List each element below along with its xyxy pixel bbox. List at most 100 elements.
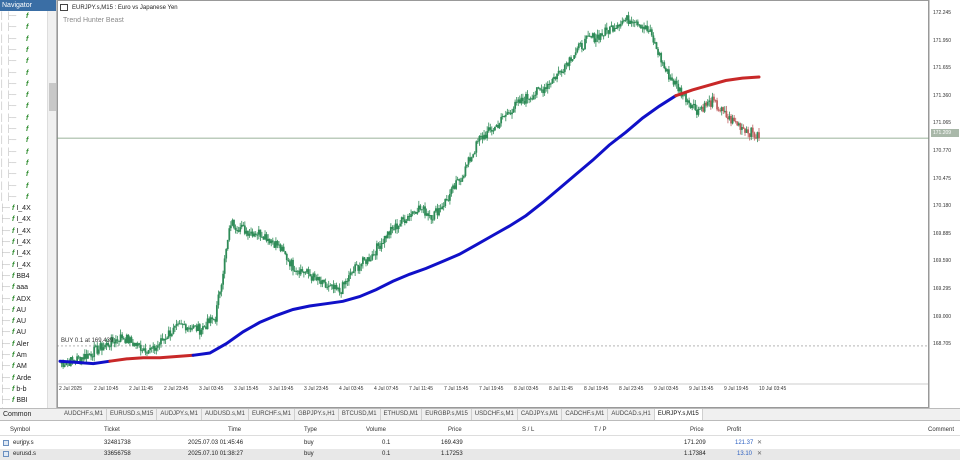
candle-body [661, 62, 664, 64]
candle-body [205, 326, 207, 330]
close-position-icon[interactable]: ✕ [757, 438, 762, 449]
navigator-item[interactable]: │ ├─ f [0, 34, 47, 45]
trade-row[interactable]: eurusd.s 33656758 2025.07.10 01:38:27 bu… [0, 449, 960, 460]
navigator-item[interactable]: ├─ f Aler [0, 339, 47, 350]
candle-body [728, 115, 731, 120]
col-sl[interactable]: S / L [522, 425, 534, 436]
navigator-item[interactable]: │ ├─ f [0, 169, 47, 180]
symbol-tab[interactable]: CADCHF.s,M1 [562, 409, 609, 420]
indicator-icon: f [26, 80, 29, 88]
symbol-tab[interactable]: GBPJPY.s,H1 [295, 409, 339, 420]
navigator-item[interactable]: │ ├─ f [0, 192, 47, 203]
col-tp[interactable]: T / P [594, 425, 607, 436]
navigator-item[interactable]: ├─ f I_4X [0, 226, 47, 237]
navigator-item[interactable]: ├─ f Arde [0, 373, 47, 384]
candle-body [307, 269, 310, 274]
navigator-item[interactable]: │ ├─ f [0, 158, 47, 169]
navigator-item[interactable]: │ ├─ f [0, 101, 47, 112]
navigator-item[interactable]: │ ├─ f [0, 11, 47, 22]
navigator-scrollbar[interactable] [47, 11, 56, 408]
navigator-item[interactable]: │ ├─ f [0, 45, 47, 56]
price-scale[interactable]: 168.705 169.000 169.295 169.590 169.885 170.1… [929, 0, 960, 408]
symbol-tab[interactable]: AUDCAD.s,H1 [608, 409, 655, 420]
candle-body [183, 324, 186, 326]
candle-body [158, 344, 161, 346]
col-volume[interactable]: Volume [366, 425, 386, 436]
candle-body [416, 211, 419, 214]
navigator-item[interactable]: ├─ f AU [0, 327, 47, 338]
navigator-item[interactable]: │ ├─ f [0, 113, 47, 124]
navigator-item[interactable]: ├─ f AU [0, 305, 47, 316]
indicator-icon: f [12, 216, 15, 224]
indicator-line-bear [674, 75, 761, 98]
navigator-item[interactable]: ├─ f BBI [0, 395, 47, 406]
navigator-item[interactable]: ├─ f I_4X [0, 260, 47, 271]
candle-body [706, 101, 709, 106]
navigator-item[interactable]: ├─ f I_4X [0, 214, 47, 225]
symbol-tab[interactable]: EURUSD.s,M15 [107, 409, 158, 420]
trade-row[interactable]: eurjpy.s 32481738 2025.07.03 01:45:46 bu… [0, 438, 960, 449]
tree-line: ├─ [0, 272, 10, 280]
navigator-item[interactable]: │ ├─ f [0, 68, 47, 79]
col-current-price[interactable]: Price [690, 425, 704, 436]
symbol-tab[interactable]: CADJPY.s,M1 [518, 409, 563, 420]
candle-body [495, 124, 498, 127]
navigator-item[interactable]: ├─ f I_4X [0, 203, 47, 214]
symbol-tab[interactable]: AUDCHF.s,M1 [61, 409, 108, 420]
navigator-item[interactable]: ├─ f BB4 [0, 271, 47, 282]
navigator-tree[interactable]: │ ├─ f │ ├─ f │ ├─ f │ ├─ f │ ├─ f │ ├─ f │ ├─ f │ ├─ f… [0, 11, 47, 408]
navigator-item[interactable]: ├─ f AM [0, 361, 47, 372]
navigator-item[interactable]: │ ├─ f [0, 147, 47, 158]
navigator-item[interactable]: ├─ f AU [0, 316, 47, 327]
tree-line: ├─ [0, 250, 10, 258]
col-price[interactable]: Price [448, 425, 462, 436]
candle-body [543, 87, 546, 94]
navigator-item[interactable]: │ ├─ f [0, 56, 47, 67]
navigator-item[interactable]: ├─ f I_4X [0, 248, 47, 259]
col-symbol[interactable]: Symbol [10, 425, 30, 436]
price-chart[interactable]: 2 Jul 2025 2 Jul 10:45 2 Jul 11:45 2 Jul 23… [57, 0, 929, 408]
symbol-tab[interactable]: AUDJPY.s,M1 [157, 409, 202, 420]
symbol-tab[interactable]: BTCUSD,M1 [339, 409, 381, 420]
candle-body [640, 24, 642, 29]
navigator-item[interactable]: │ ├─ f [0, 181, 47, 192]
navigator-item[interactable]: │ ├─ f [0, 90, 47, 101]
candle-body [689, 103, 692, 109]
col-comment[interactable]: Comment [928, 425, 954, 436]
chart-window[interactable]: 2 Jul 2025 2 Jul 10:45 2 Jul 11:45 2 Jul 23… [57, 0, 929, 408]
col-profit[interactable]: Profit [727, 425, 741, 436]
navigator-tab-common[interactable]: Common [0, 408, 57, 420]
navigator-item[interactable]: │ ├─ f [0, 79, 47, 90]
candle-body [192, 325, 195, 329]
indicator-icon: f [12, 352, 15, 359]
symbol-tab[interactable]: USDCHF.s,M1 [472, 409, 518, 420]
col-time[interactable]: Time [228, 425, 241, 436]
navigator-item[interactable]: ├─ f Am [0, 350, 47, 361]
col-type[interactable]: Type [304, 425, 317, 436]
navigator-item[interactable]: ├─ f I_4X [0, 237, 47, 248]
navigator-item-label: I_4X [16, 205, 31, 213]
navigator-scroll-thumb[interactable] [49, 83, 56, 111]
navigator-item[interactable]: ├─ f ADX [0, 294, 47, 305]
navigator-item[interactable]: │ ├─ f [0, 22, 47, 33]
candle-body [301, 269, 304, 272]
candle-body [747, 129, 750, 134]
navigator-item[interactable]: │ ├─ f [0, 135, 47, 146]
candle-body [287, 260, 290, 262]
close-position-icon[interactable]: ✕ [757, 449, 762, 460]
candle-body [273, 242, 276, 248]
candle-body [428, 215, 431, 217]
candle-body [627, 15, 630, 24]
navigator-item[interactable]: ├─ f b-b [0, 384, 47, 395]
candle-body [318, 277, 321, 281]
candle-body [563, 64, 566, 72]
navigator-item[interactable]: ├─ f aaa [0, 282, 47, 293]
price-tick-label: 168.705 [933, 341, 952, 348]
symbol-tab[interactable]: EURGBP.s,M15 [422, 409, 472, 420]
symbol-tab[interactable]: EURCHF.s,M1 [249, 409, 295, 420]
navigator-item[interactable]: │ ├─ f [0, 124, 47, 135]
symbol-tab[interactable]: ETHUSD,M1 [381, 409, 423, 420]
symbol-tab[interactable]: AUDUSD.s,M1 [202, 409, 249, 420]
symbol-tab[interactable]: EURJPY.s,M15 [654, 409, 703, 420]
col-ticket[interactable]: Ticket [104, 425, 120, 436]
